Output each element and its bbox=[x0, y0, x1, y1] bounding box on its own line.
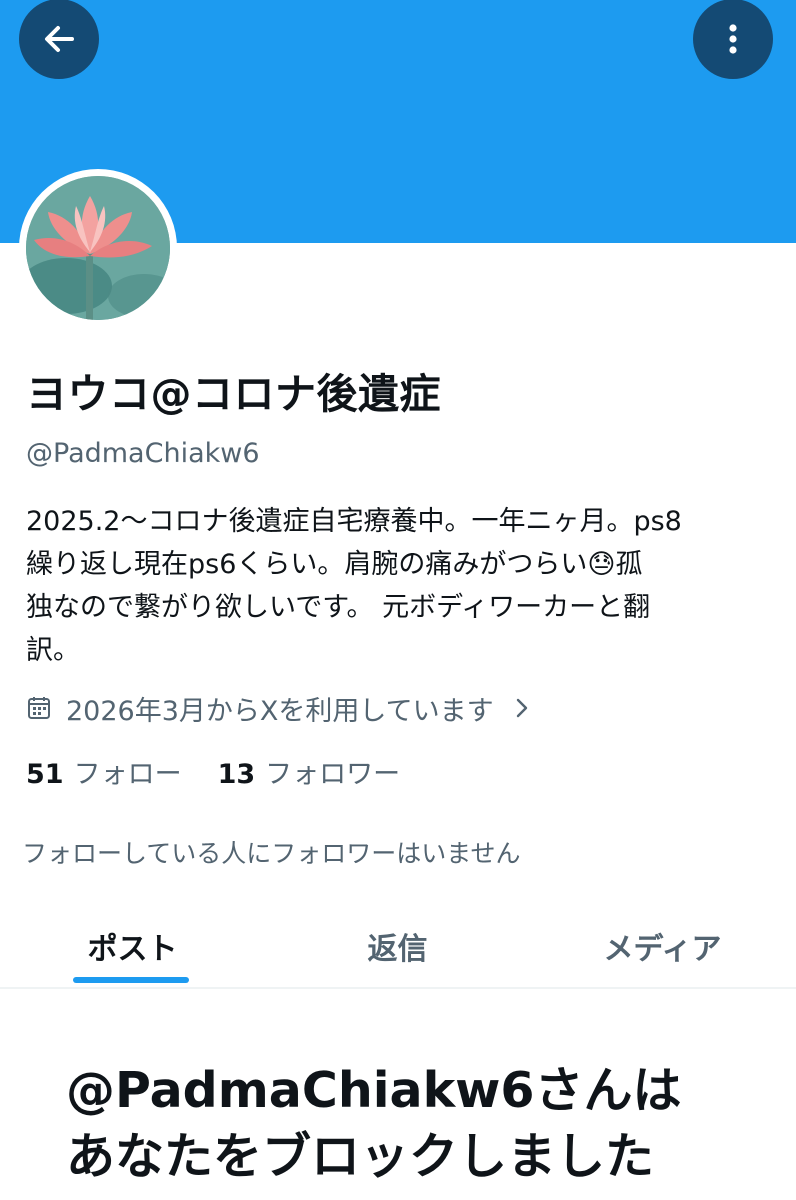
blocked-message-line: あなたをブロックしました bbox=[66, 1128, 655, 1185]
common-followers-note: フォローしている人にフォロワーはいません bbox=[22, 839, 521, 868]
calendar-icon bbox=[28, 697, 50, 719]
following-link[interactable]: 51 フォロー bbox=[26, 752, 182, 791]
join-date-link[interactable]: 2026年3月からXを利用しています bbox=[26, 688, 532, 728]
tab-media[interactable]: メディア bbox=[530, 905, 795, 987]
back-button[interactable] bbox=[19, 0, 99, 79]
user-handle: @PadmaChiakw6 bbox=[26, 438, 260, 469]
display-name: ヨウコ@コロナ後遺症 bbox=[26, 370, 441, 418]
active-tab-indicator bbox=[73, 977, 189, 983]
following-label: フォロー bbox=[73, 759, 182, 790]
more-options-button[interactable] bbox=[693, 0, 773, 79]
tab-posts[interactable]: ポスト bbox=[0, 905, 265, 987]
tab-replies[interactable]: 返信 bbox=[265, 905, 530, 987]
follow-stats: 51 フォロー 13 フォロワー bbox=[26, 752, 400, 791]
following-count: 51 bbox=[26, 759, 64, 790]
lotus-flower-image bbox=[26, 176, 170, 320]
bio-line: 独なので繋がり欲しいです。 元ボディワーカーと翻 bbox=[26, 592, 651, 623]
bio-line: 訳。 bbox=[26, 635, 80, 666]
join-date-text: 2026年3月からXを利用しています bbox=[66, 695, 494, 727]
blocked-message-line: @PadmaChiakw6さんは bbox=[66, 1062, 682, 1119]
more-vertical-icon bbox=[729, 24, 737, 54]
chevron-right-icon bbox=[516, 698, 527, 718]
avatar[interactable] bbox=[19, 169, 177, 327]
blocked-message: @PadmaChiakw6さんは あなたをブロックしました bbox=[66, 1058, 786, 1190]
profile-bio: 2025.2〜コロナ後遺症自宅療養中。一年ニヶ月。ps8 繰り返し現在ps6くら… bbox=[26, 500, 774, 672]
avatar-image bbox=[26, 176, 170, 320]
followers-count: 13 bbox=[217, 759, 256, 790]
followers-link[interactable]: 13 フォロワー bbox=[218, 752, 401, 791]
arrow-left-icon bbox=[45, 26, 74, 52]
profile-tabs: ポスト 返信 メディア bbox=[0, 905, 796, 989]
followers-label: フォロワー bbox=[265, 759, 401, 790]
bio-line: 2025.2〜コロナ後遺症自宅療養中。一年ニヶ月。ps8 bbox=[26, 506, 682, 537]
bio-line: 繰り返し現在ps6くらい。肩腕の痛みがつらい😓孤 bbox=[26, 549, 643, 580]
